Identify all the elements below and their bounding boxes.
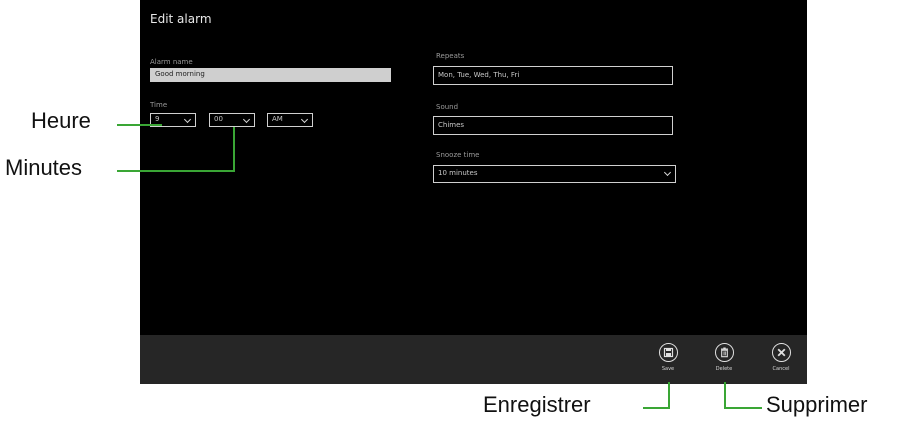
callout-line-enregistrer-h [643, 407, 670, 409]
sound-label: Sound [436, 103, 459, 111]
snooze-value: 10 minutes [438, 169, 478, 177]
snooze-label: Snooze time [436, 151, 480, 159]
callout-line-supprimer-v [724, 382, 726, 409]
callout-line-heure [117, 124, 162, 126]
minutes-value: 00 [214, 115, 223, 123]
save-label: Save [661, 366, 675, 372]
close-icon [771, 343, 791, 362]
snooze-select[interactable]: 10 minutes [433, 165, 676, 183]
callout-line-enregistrer-v [668, 382, 670, 409]
sound-value: Chimes [438, 121, 465, 129]
app-bar: Save Delete Cancel [140, 335, 807, 384]
time-label: Time [150, 101, 168, 109]
cancel-button[interactable]: Cancel [766, 343, 796, 372]
callout-minutes: Minutes [5, 155, 83, 180]
callout-line-minutes-h [117, 170, 235, 172]
cancel-label: Cancel [772, 366, 790, 372]
save-button[interactable]: Save [653, 343, 683, 372]
chevron-down-icon [300, 115, 309, 124]
callout-line-minutes-v [233, 127, 235, 172]
sound-field[interactable]: Chimes [433, 116, 673, 135]
edit-alarm-screen: Edit alarm Alarm name Good morning Time … [140, 0, 807, 384]
callout-enregistrer: Enregistrer [483, 392, 591, 417]
ampm-select[interactable]: AM [267, 113, 313, 127]
minutes-select[interactable]: 00 [209, 113, 255, 127]
alarm-name-input[interactable]: Good morning [150, 68, 391, 82]
chevron-down-icon [242, 115, 251, 124]
repeats-value: Mon, Tue, Wed, Thu, Fri [438, 71, 520, 79]
delete-button[interactable]: Delete [709, 343, 739, 372]
repeats-label: Repeats [436, 52, 465, 60]
alarm-name-value: Good morning [155, 70, 205, 78]
save-icon [658, 343, 678, 362]
page-title: Edit alarm [150, 12, 212, 26]
ampm-value: AM [272, 115, 283, 123]
chevron-down-icon [183, 115, 192, 124]
callout-supprimer: Supprimer [766, 392, 868, 417]
callout-line-supprimer-h [724, 407, 762, 409]
alarm-name-label: Alarm name [150, 58, 193, 66]
chevron-down-icon [663, 168, 672, 177]
trash-icon [714, 343, 734, 362]
repeats-field[interactable]: Mon, Tue, Wed, Thu, Fri [433, 66, 673, 85]
delete-label: Delete [715, 366, 733, 372]
callout-heure: Heure [31, 108, 91, 133]
hour-value: 9 [155, 115, 160, 123]
